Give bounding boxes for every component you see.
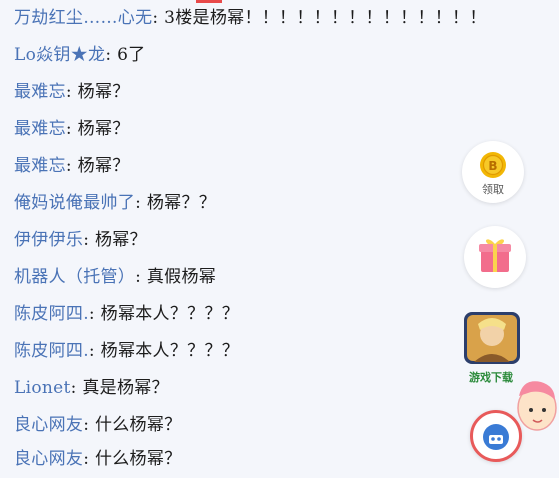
- message-separator: :: [88, 304, 101, 324]
- message-separator: :: [70, 378, 83, 398]
- message-username[interactable]: 俺妈说俺最帅了: [14, 193, 135, 213]
- svg-text:B: B: [488, 159, 497, 173]
- message-separator: :: [83, 415, 95, 435]
- message-username[interactable]: 万劫红尘……心无: [14, 8, 152, 28]
- message-text: 杨幂本人？？？？: [100, 341, 240, 361]
- message-separator: :: [152, 8, 165, 28]
- message-text: 杨幂？: [77, 119, 130, 139]
- message-separator: :: [135, 267, 147, 287]
- message-username[interactable]: 最难忘: [14, 82, 66, 102]
- message-username[interactable]: 伊伊伊乐: [14, 230, 83, 250]
- message-text: 什么杨幂？: [94, 415, 182, 435]
- message-username[interactable]: 陈皮阿四.: [14, 304, 89, 324]
- chat-message: 陈皮阿四.: 杨幂本人？？？？: [14, 333, 239, 370]
- message-separator: :: [83, 449, 95, 469]
- message-username[interactable]: Lo焱钥★龙: [14, 45, 105, 65]
- message-text: 杨幂本人？？？？: [100, 304, 240, 324]
- chat-message: 良心网友: 什么杨幂？: [14, 441, 181, 478]
- message-username[interactable]: 良心网友: [14, 449, 83, 469]
- message-text: 杨幂？: [77, 82, 130, 102]
- mascot-sticker[interactable]: [511, 376, 557, 436]
- chat-message: 良心网友: 什么杨幂？: [14, 407, 181, 444]
- chat-message: 伊伊伊乐: 杨幂？: [14, 222, 147, 259]
- message-text: 6了: [117, 45, 146, 65]
- message-separator: :: [83, 230, 95, 250]
- message-username[interactable]: 陈皮阿四.: [14, 341, 89, 361]
- message-separator: :: [65, 82, 78, 102]
- claim-reward-button[interactable]: B 领取: [462, 141, 524, 203]
- message-username[interactable]: Lionet: [14, 378, 71, 398]
- chat-message: 陈皮阿四.: 杨幂本人？？？？: [14, 296, 239, 333]
- message-text: 什么杨幂？: [94, 449, 182, 469]
- gift-box-icon: [479, 239, 511, 272]
- chat-message: 万劫红尘……心无: 3楼是杨幂！！！！！！！！！！！！！！: [14, 0, 487, 37]
- gift-button[interactable]: [464, 226, 526, 288]
- message-text: 3楼是杨幂！！！！！！！！！！！！！！: [164, 8, 487, 28]
- message-separator: :: [135, 193, 147, 213]
- message-separator: :: [65, 119, 78, 139]
- message-separator: :: [65, 156, 78, 176]
- message-separator: :: [105, 45, 118, 65]
- message-username[interactable]: 最难忘: [14, 119, 66, 139]
- chat-message: 俺妈说俺最帅了: 杨幂？？: [14, 185, 216, 222]
- message-text: 杨幂？: [77, 156, 130, 176]
- chat-message: 最难忘: 杨幂？: [14, 148, 130, 185]
- message-text: 真是杨幂？: [82, 378, 169, 398]
- message-text: 杨幂？？: [146, 193, 217, 213]
- mascot-icon: [517, 381, 557, 431]
- chat-message: 最难忘: 杨幂？: [14, 74, 130, 111]
- chat-message-list[interactable]: 万劫红尘……心无: 3楼是杨幂！！！！！！！！！！！！！！ Lo焱钥★龙: 6了…: [0, 0, 486, 478]
- message-text: 杨幂？: [94, 230, 147, 250]
- chat-message: Lionet: 真是杨幂？: [14, 370, 169, 407]
- message-username[interactable]: 良心网友: [14, 415, 83, 435]
- claim-label: 领取: [482, 183, 504, 196]
- message-username[interactable]: 最难忘: [14, 156, 66, 176]
- chat-message: Lo焱钥★龙: 6了: [14, 37, 145, 74]
- message-text: 真假杨幂: [146, 267, 217, 287]
- message-username[interactable]: 机器人（托管）: [14, 267, 135, 287]
- game-app-icon: [464, 312, 520, 364]
- chat-message: 机器人（托管）: 真假杨幂: [14, 259, 216, 296]
- message-separator: :: [88, 341, 101, 361]
- chat-message: 最难忘: 杨幂？: [14, 111, 130, 148]
